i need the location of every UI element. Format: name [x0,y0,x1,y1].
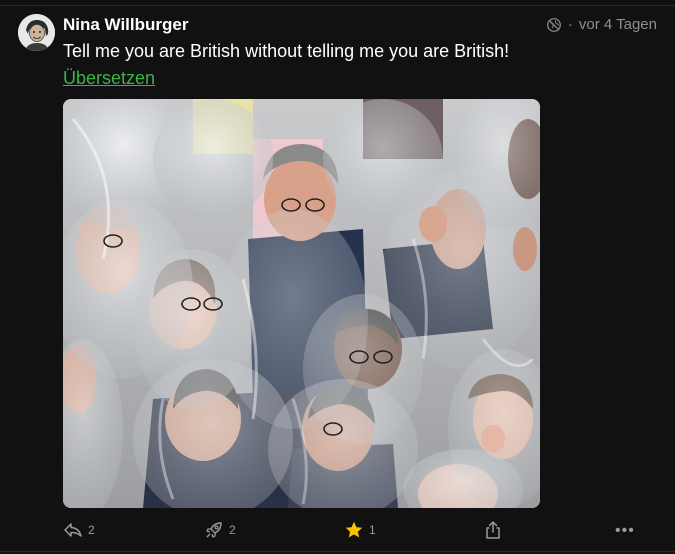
avatar[interactable] [18,14,55,51]
photo-crowd-in-ponchos [63,99,540,508]
author-name[interactable]: Nina Willburger [63,15,188,35]
bottom-divider [0,551,675,552]
separator-dot: · [567,16,573,33]
reply-count: 2 [88,523,95,537]
globe-off-icon [546,17,562,33]
share-button[interactable] [483,520,503,540]
post-actions: 2 2 1 ••• [0,520,675,548]
favourite-button[interactable]: 1 [344,520,376,540]
post-text: Tell me you are British without telling … [63,41,510,61]
rocket-icon [204,520,224,540]
avatar-image [18,14,55,51]
boost-button[interactable]: 2 [204,520,236,540]
media-image[interactable] [63,99,540,508]
post-meta: · vor 4 Tagen [546,16,657,33]
translate-link[interactable]: Übersetzen [63,68,155,89]
top-divider [0,5,675,6]
timestamp: vor 4 Tagen [578,16,657,33]
more-icon: ••• [615,522,635,539]
share-icon [483,520,503,540]
favourite-count: 1 [369,523,376,537]
reply-button[interactable]: 2 [63,520,95,540]
boost-count: 2 [229,523,236,537]
star-icon [344,520,364,540]
reply-icon [63,520,83,540]
more-options-button[interactable]: ••• [615,522,635,540]
